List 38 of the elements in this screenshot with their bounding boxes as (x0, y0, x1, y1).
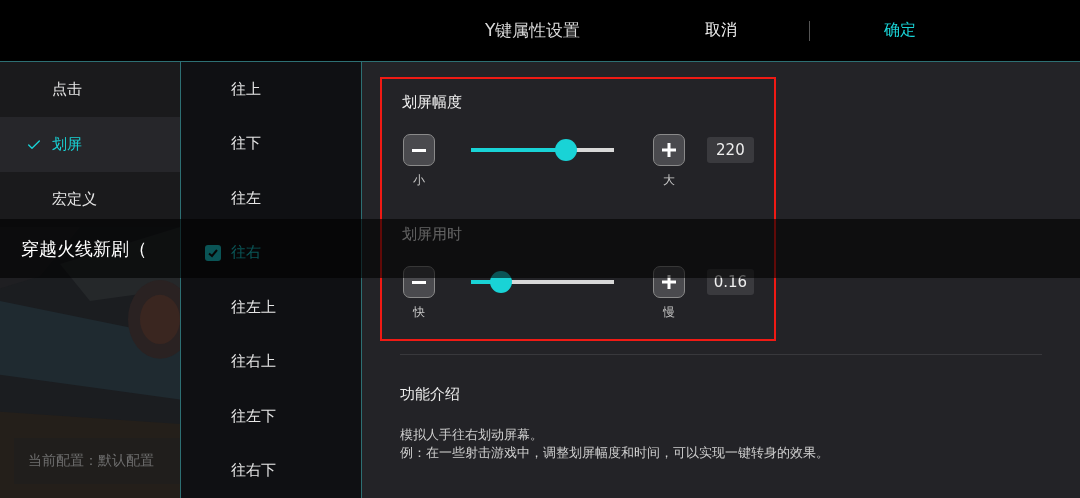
plus-icon (662, 143, 676, 157)
direction-item[interactable]: 往上 (181, 62, 361, 117)
subtitle-text: 穿越火线新剧（ (21, 236, 147, 261)
config-label: 当前配置：默认配置 (28, 452, 154, 470)
mode-item[interactable]: 宏定义 (0, 172, 180, 227)
mode-item[interactable]: 划屏 (0, 117, 180, 172)
value-field[interactable]: 220 (706, 137, 754, 163)
direction-item[interactable]: 往右下 (181, 443, 361, 498)
direction-item[interactable]: 往左 (181, 171, 361, 226)
slider-thumb[interactable] (554, 139, 577, 161)
mode-item[interactable]: 点击 (0, 62, 180, 117)
checkbox-icon[interactable] (205, 244, 221, 261)
direction-item[interactable]: 往下 (181, 116, 361, 171)
max-label: 慢 (663, 304, 675, 321)
minus-icon (411, 280, 426, 284)
max-label: 大 (663, 172, 675, 189)
slider-thumb[interactable] (490, 271, 513, 293)
direction-item[interactable]: 往左上 (181, 280, 361, 335)
increase-button[interactable] (653, 266, 685, 298)
setting-title: 划屏幅度 (402, 93, 462, 112)
decrease-button[interactable] (402, 134, 435, 166)
minus-icon (411, 148, 426, 152)
setting-title: 划屏用时 (402, 225, 462, 244)
min-label: 小 (412, 172, 425, 189)
confirm-button[interactable]: 确定 (884, 20, 916, 41)
direction-item[interactable]: 往右上 (181, 334, 361, 389)
direction-item[interactable]: 往左下 (181, 389, 361, 444)
plus-icon (662, 275, 676, 289)
slider-track[interactable] (471, 271, 615, 293)
increase-button[interactable] (653, 134, 685, 166)
cancel-button[interactable]: 取消 (705, 20, 737, 41)
decrease-button[interactable] (402, 266, 435, 298)
slider-track[interactable] (471, 139, 615, 161)
value-field[interactable]: 0.16 (706, 269, 754, 295)
min-label: 快 (412, 304, 425, 321)
description-text: 模拟人手往右划动屏幕。 例：在一些射击游戏中，调整划屏幅度和时间，可以实现一键转身的效果。 (400, 426, 830, 462)
section-title: 功能介绍 (400, 385, 461, 404)
window-title: Y键属性设置 (485, 19, 582, 42)
